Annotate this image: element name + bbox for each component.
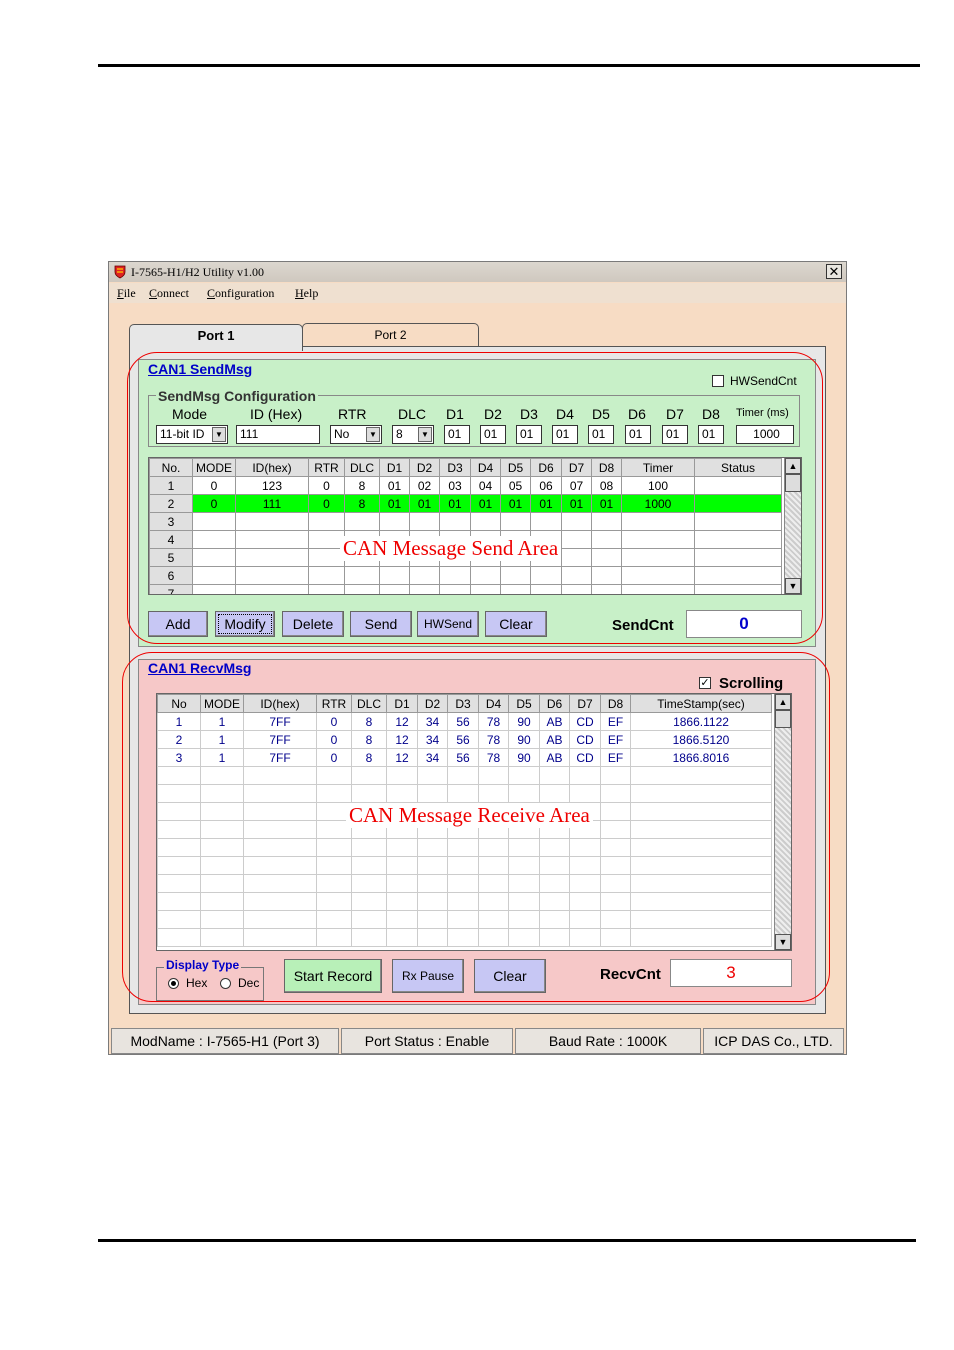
status-modname: ModName : I-7565-H1 (Port 3) (111, 1028, 339, 1054)
recv-area-annotation: CAN Message Receive Area (346, 803, 593, 828)
title-bar[interactable]: I-7565-H1/H2 Utility v1.00 ✕ (109, 262, 846, 282)
status-port: Port Status : Enable (341, 1028, 513, 1054)
close-icon[interactable]: ✕ (826, 264, 842, 279)
send-area-highlight (127, 352, 823, 644)
menu-help[interactable]: Help (295, 286, 318, 301)
status-baud: Baud Rate : 1000K (515, 1028, 701, 1054)
status-company: ICP DAS Co., LTD. (703, 1028, 844, 1054)
tab-port-1[interactable]: Port 1 (129, 324, 303, 351)
send-area-annotation: CAN Message Send Area (340, 536, 562, 561)
menu-file[interactable]: File (117, 286, 136, 301)
page-top-rule (98, 64, 920, 67)
window-title: I-7565-H1/H2 Utility v1.00 (131, 265, 264, 279)
app-shield-icon (114, 265, 126, 279)
tab-port-2[interactable]: Port 2 (302, 323, 479, 348)
menu-bar: File Connect Configuration Help (109, 283, 846, 303)
menu-connect[interactable]: Connect (149, 286, 189, 301)
menu-configuration[interactable]: Configuration (207, 286, 274, 301)
page-bottom-rule (98, 1239, 916, 1242)
